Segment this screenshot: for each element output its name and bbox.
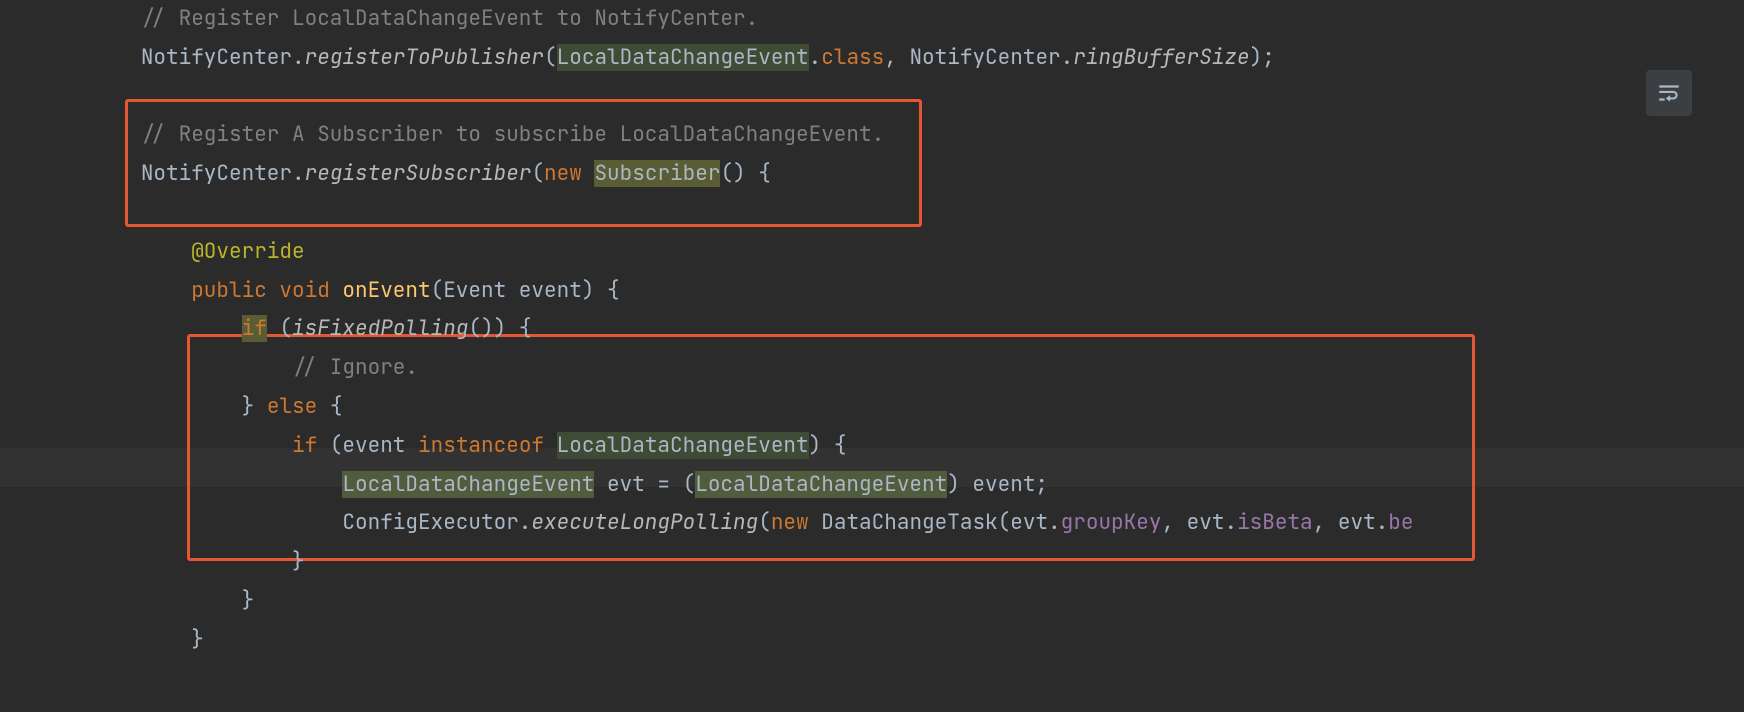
code-comment: // Ignore.	[292, 354, 418, 381]
code-text: }	[242, 587, 255, 614]
code-text: (	[544, 44, 557, 71]
code-text: NotifyCenter.	[141, 160, 305, 187]
code-text: }	[191, 626, 204, 653]
indent	[40, 5, 141, 32]
code-highlight: LocalDataChangeEvent	[695, 471, 947, 498]
code-highlight: Subscriber	[594, 160, 720, 187]
code-text: DataChangeTask(evt.	[809, 509, 1061, 536]
code-keyword: if	[292, 432, 317, 459]
code-annotation: @Override	[191, 238, 304, 265]
code-field: be	[1388, 509, 1413, 536]
indent	[40, 238, 191, 265]
indent	[40, 432, 292, 459]
code-text: , evt.	[1313, 509, 1389, 536]
code-text: () {	[720, 160, 770, 187]
code-comment: // Register LocalDataChangeEvent to Noti…	[141, 5, 758, 32]
indent	[40, 44, 141, 71]
code-keyword: else	[267, 393, 317, 420]
code-editor[interactable]: // Register LocalDataChangeEvent to Noti…	[0, 0, 1744, 660]
code-comment: // Register A Subscriber to subscribe Lo…	[141, 121, 884, 148]
code-keyword: class	[821, 44, 884, 71]
indent	[40, 471, 342, 498]
soft-wrap-button[interactable]	[1646, 70, 1692, 116]
code-highlight: LocalDataChangeEvent	[557, 432, 809, 459]
code-text: , evt.	[1161, 509, 1237, 536]
indent	[40, 277, 191, 304]
code-text: ConfigExecutor.	[342, 509, 531, 536]
code-keyword: instanceof	[418, 432, 557, 459]
code-keyword: if	[242, 315, 267, 342]
code-keyword: new	[771, 509, 809, 536]
code-text: , NotifyCenter.	[884, 44, 1073, 71]
code-text: }	[242, 393, 267, 420]
indent	[40, 587, 242, 614]
indent	[40, 626, 191, 653]
code-keyword: public void	[191, 277, 342, 304]
code-field: isBeta	[1237, 509, 1313, 536]
indent	[40, 160, 141, 187]
code-method: executeLongPolling	[531, 509, 758, 536]
code-text: (	[758, 509, 771, 536]
code-text: .	[809, 44, 822, 71]
indent	[40, 315, 242, 342]
code-keyword: new	[544, 160, 594, 187]
code-text: {	[317, 393, 342, 420]
code-text: evt = (	[594, 471, 695, 498]
indent	[40, 509, 342, 536]
code-text: ()) {	[468, 315, 531, 342]
code-text: ) event;	[947, 471, 1048, 498]
code-text: NotifyCenter.	[141, 44, 305, 71]
code-text: (event	[317, 432, 418, 459]
code-text: (Event event) {	[431, 277, 620, 304]
code-method: registerToPublisher	[305, 44, 544, 71]
code-method: isFixedPolling	[292, 315, 468, 342]
soft-wrap-icon	[1656, 80, 1682, 106]
indent	[40, 121, 141, 148]
code-field: groupKey	[1061, 509, 1162, 536]
code-text: ) {	[809, 432, 847, 459]
code-function: onEvent	[342, 277, 430, 304]
code-method: registerSubscriber	[305, 160, 532, 187]
indent	[40, 393, 242, 420]
code-text: }	[292, 548, 305, 575]
code-text: (	[267, 315, 292, 342]
code-highlight: LocalDataChangeEvent	[342, 471, 594, 498]
indent	[40, 354, 292, 381]
code-field: ringBufferSize	[1073, 44, 1249, 71]
code-text: (	[531, 160, 544, 187]
code-text: );	[1250, 44, 1275, 71]
code-highlight: LocalDataChangeEvent	[557, 44, 809, 71]
indent	[40, 548, 292, 575]
